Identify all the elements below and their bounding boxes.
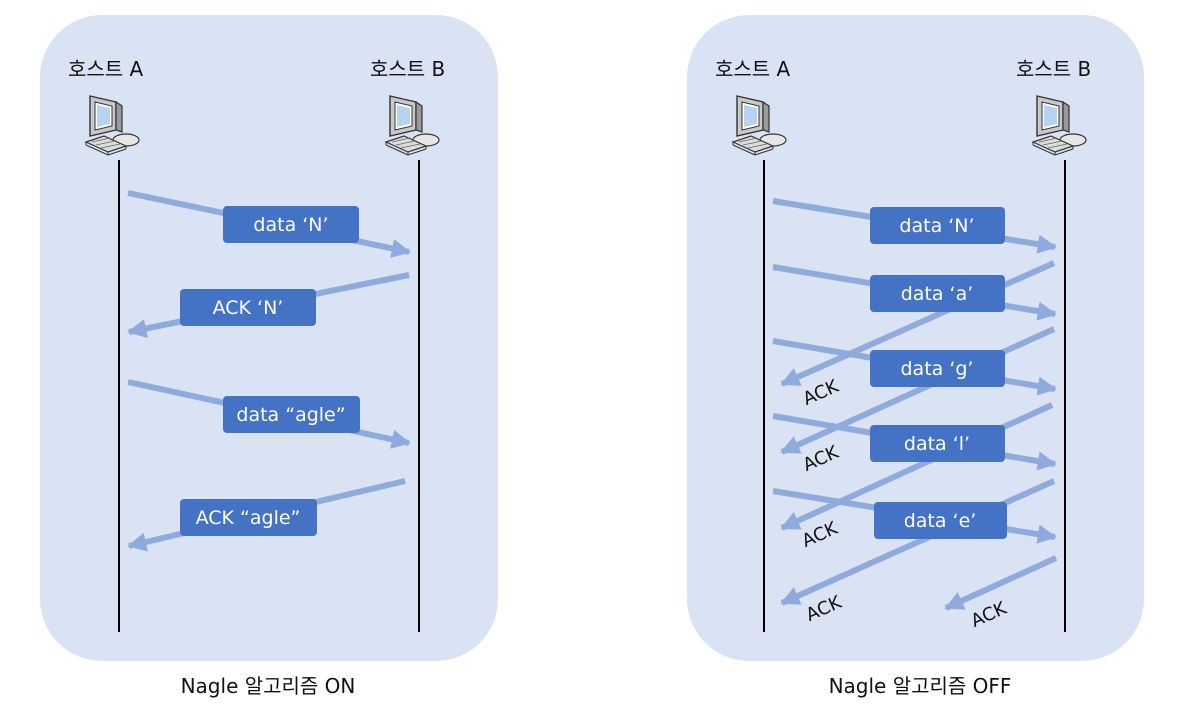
message-data-l: data ‘l’ — [870, 425, 1005, 462]
caption-nagle-on: Nagle 알고리즘 ON — [181, 674, 356, 698]
message-label: data ‘l’ — [904, 433, 970, 455]
message-label: ACK “agle” — [196, 507, 301, 529]
caption-nagle-off: Nagle 알고리즘 OFF — [829, 674, 1012, 698]
message-data-g: data ‘g’ — [870, 350, 1005, 387]
message-label: data ‘N’ — [899, 215, 974, 237]
diagram-nagle-off: 호스트 A 호스트 B data ‘N’ data ‘a’ data ‘g’ d… — [687, 15, 1144, 698]
message-label: data “agle” — [236, 404, 345, 426]
message-data-n: data ‘N’ — [870, 207, 1005, 244]
diagram-nagle-on: 호스트 A 호스트 B data ‘N’ ACK ‘N’ data “agle” — [40, 15, 498, 698]
message-label: data ‘N’ — [253, 214, 328, 236]
host-a-label: 호스트 A — [68, 57, 144, 81]
host-b-label: 호스트 B — [370, 57, 445, 81]
message-label: data ‘g’ — [901, 358, 974, 380]
message-data-e: data ‘e’ — [874, 502, 1007, 539]
host-a-label: 호스트 A — [715, 57, 791, 81]
host-b-label: 호스트 B — [1016, 57, 1091, 81]
message-data-a: data ‘a’ — [870, 275, 1005, 312]
message-label: data ‘e’ — [904, 510, 977, 532]
message-label: ACK ‘N’ — [213, 297, 284, 319]
message-label: data ‘a’ — [901, 283, 974, 305]
nagle-diagram: 호스트 A 호스트 B data ‘N’ ACK ‘N’ data “agle” — [40, 15, 1144, 698]
